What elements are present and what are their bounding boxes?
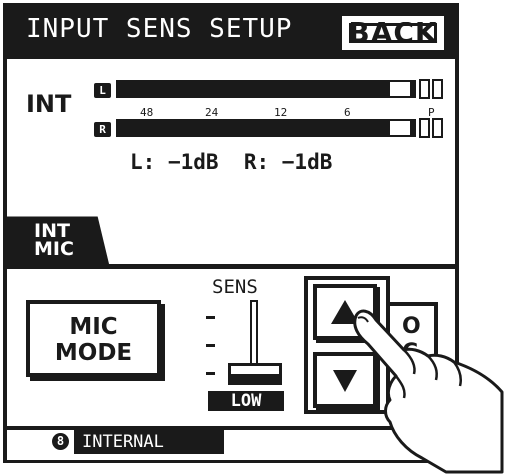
slider-tick xyxy=(206,344,215,347)
status-number-badge: 8 xyxy=(52,433,69,450)
scale-tick-label: 6 xyxy=(344,106,351,119)
sens-label: SENS xyxy=(212,276,258,298)
status-text: INTERNAL xyxy=(74,430,224,454)
tab-label-line2: MIC xyxy=(34,238,74,260)
scale-tick-label: 48 xyxy=(140,106,154,119)
left-peak-indicator xyxy=(419,79,430,99)
tab-int-mic-label: INT MIC xyxy=(34,222,74,260)
mic-mode-line2: MODE xyxy=(54,340,133,366)
right-peak-indicator xyxy=(419,118,430,138)
scale-tick-label: 12 xyxy=(274,106,288,119)
left-channel-tag: L xyxy=(94,83,111,98)
meter-source-label: INT xyxy=(26,90,72,118)
panel-divider xyxy=(7,264,455,269)
right-channel-tag: R xyxy=(94,122,111,137)
left-readout-label: L: xyxy=(130,150,156,174)
left-level-meter xyxy=(116,80,416,98)
mic-mode-button[interactable]: MIC MODE xyxy=(26,300,161,377)
page-title: INPUT SENS SETUP xyxy=(26,14,293,44)
left-meter-tip xyxy=(390,82,410,96)
sens-slider-handle[interactable] xyxy=(228,363,282,385)
sens-value-label: LOW xyxy=(208,391,284,411)
slider-tick xyxy=(206,372,215,375)
right-meter-tip xyxy=(390,121,410,135)
right-readout-label: R: xyxy=(243,150,270,174)
left-readout-value: −1dB xyxy=(167,150,219,174)
right-clip-indicator xyxy=(432,118,443,138)
scale-tick-label: 24 xyxy=(205,106,219,119)
right-readout-value: −1dB xyxy=(281,150,333,174)
level-readout: L: −1dB R: −1dB xyxy=(130,150,332,174)
pointing-hand-icon xyxy=(353,309,504,474)
mic-mode-line1: MIC xyxy=(69,314,118,340)
left-clip-indicator xyxy=(432,79,443,99)
sens-slider-track[interactable] xyxy=(250,300,258,368)
slider-tick xyxy=(206,316,215,319)
right-level-meter xyxy=(116,119,416,137)
back-button[interactable]: BACK xyxy=(338,12,448,54)
